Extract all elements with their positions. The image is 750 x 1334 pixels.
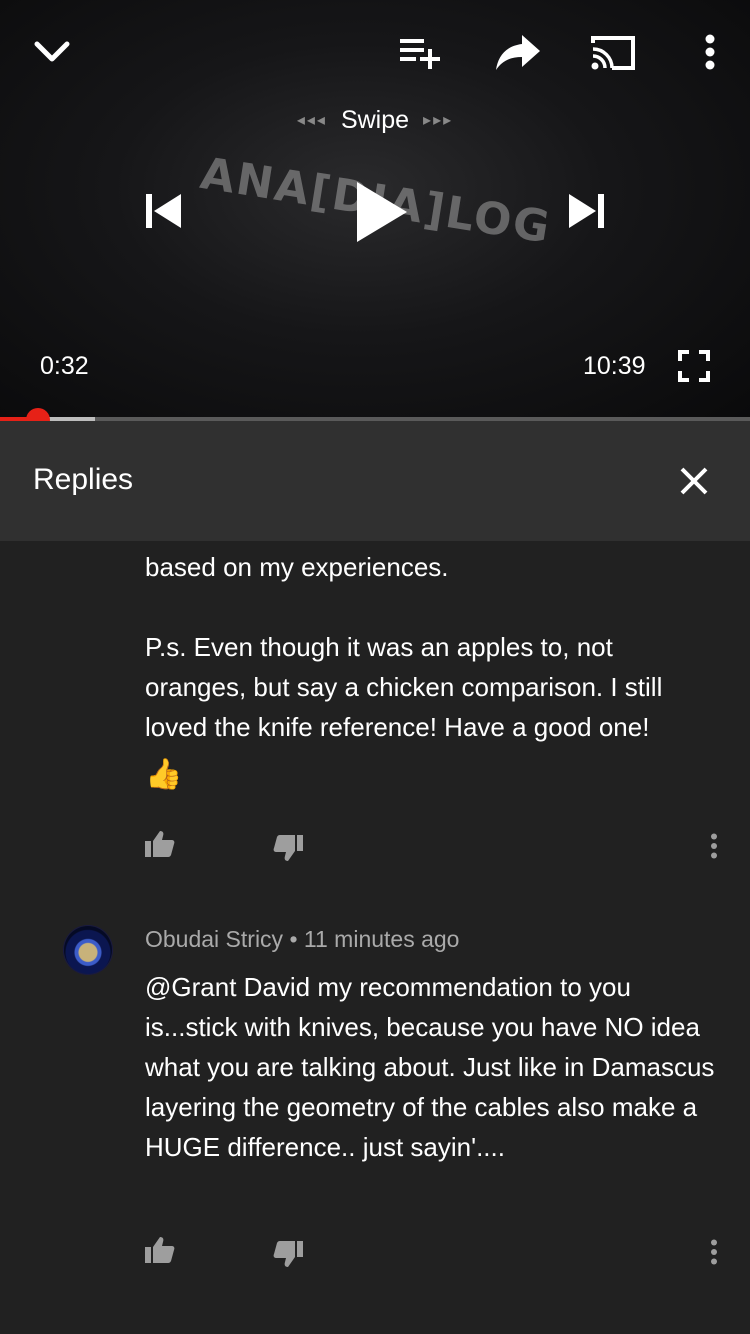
skip-previous-icon[interactable] xyxy=(138,184,188,238)
video-player[interactable]: ANA[DIA]LOG ◂◂◂Swipe▸▸▸ xyxy=(0,0,750,420)
comment-text: @Grant David my recommendation to you is… xyxy=(145,972,722,1162)
more-vert-icon[interactable] xyxy=(694,1232,734,1272)
comment-time: 11 minutes ago xyxy=(303,926,460,952)
comment-author[interactable]: Obudai Stricy xyxy=(145,926,283,952)
comment-text: based on my experiences. P.s. Even thoug… xyxy=(145,552,663,742)
more-vert-icon[interactable] xyxy=(686,28,734,76)
thumbs-up-emoji: 👍 xyxy=(145,758,183,791)
share-icon[interactable] xyxy=(494,28,542,76)
replies-header: Replies xyxy=(0,421,750,541)
swipe-label: Swipe xyxy=(340,106,410,134)
playlist-add-icon[interactable] xyxy=(396,28,444,76)
meta-separator: • xyxy=(289,926,298,952)
chevron-down-icon[interactable] xyxy=(28,28,76,76)
replies-title: Replies xyxy=(33,463,134,496)
close-icon[interactable] xyxy=(670,457,718,505)
play-icon[interactable] xyxy=(346,174,416,250)
swipe-right-arrows: ▸▸▸ xyxy=(423,112,454,129)
thumb-up-icon[interactable] xyxy=(140,1230,180,1270)
current-time: 0:32 xyxy=(40,352,89,380)
thumb-down-icon[interactable] xyxy=(268,1234,308,1274)
comment-meta: Obudai Stricy • 11 minutes ago xyxy=(145,926,459,953)
avatar[interactable] xyxy=(64,926,112,974)
more-vert-icon[interactable] xyxy=(694,826,734,866)
thumb-down-icon[interactable] xyxy=(268,828,308,868)
cast-icon[interactable] xyxy=(589,28,637,76)
swipe-hint: ◂◂◂ Swipe ▸▸▸ xyxy=(0,106,750,135)
fullscreen-icon[interactable] xyxy=(672,344,716,388)
video-duration: 10:39 xyxy=(583,352,646,380)
thumb-up-icon[interactable] xyxy=(140,824,180,864)
swipe-left-arrows: ◂◂◂ xyxy=(296,112,327,129)
skip-next-icon[interactable] xyxy=(562,184,612,238)
